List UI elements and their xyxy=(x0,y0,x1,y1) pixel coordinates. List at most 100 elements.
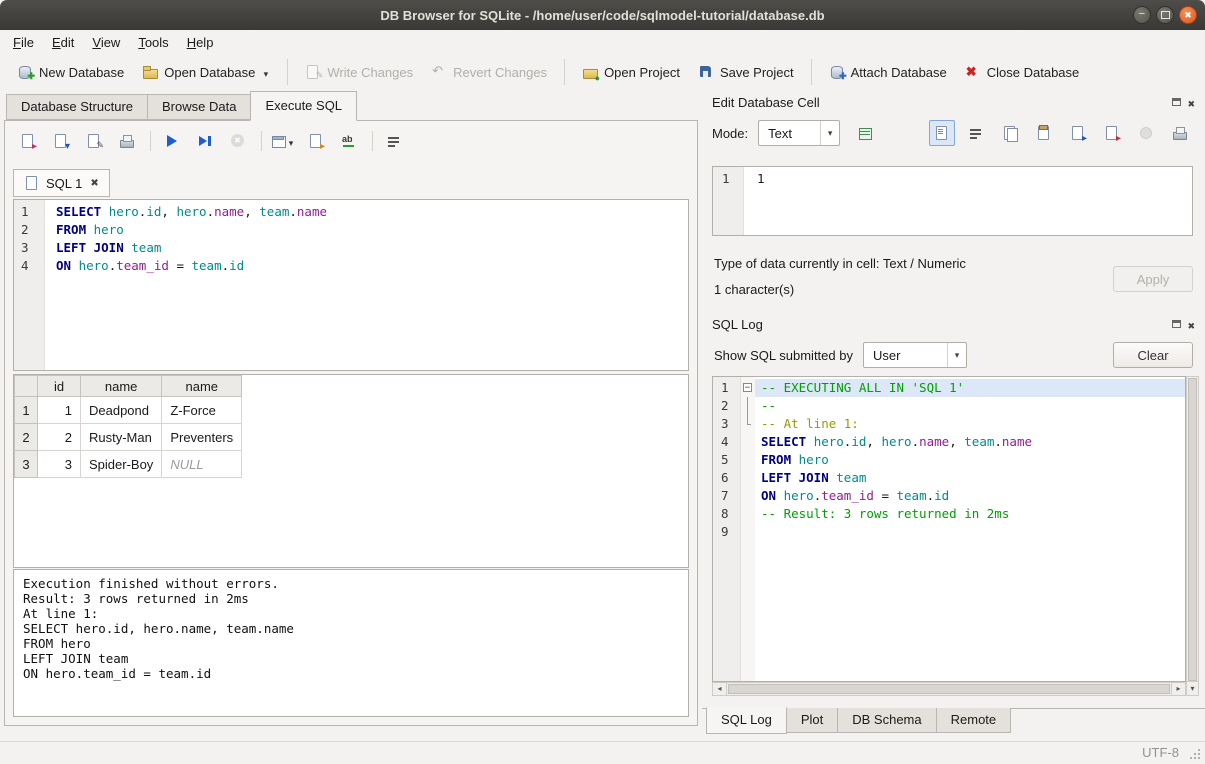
code-line: 1 1 xyxy=(713,167,1192,188)
close-panel-icon[interactable] xyxy=(1187,95,1195,110)
cell[interactable]: 1 xyxy=(38,397,81,424)
log-filter-select[interactable]: User xyxy=(863,342,967,368)
column-header-name[interactable]: name xyxy=(162,376,242,397)
close-tab-icon[interactable]: ✖ xyxy=(90,178,98,189)
word-wrap-button[interactable] xyxy=(381,128,407,154)
set-null-icon xyxy=(1138,125,1154,141)
tab-remote[interactable]: Remote xyxy=(936,708,1012,733)
sql-log-dock-title[interactable]: SQL Log xyxy=(702,312,1205,336)
close-database-button[interactable]: Close Database xyxy=(956,59,1089,85)
close-button[interactable] xyxy=(1179,6,1197,24)
line-number: 2 xyxy=(713,397,741,415)
tab-sql-1[interactable]: SQL 1 ✖ xyxy=(13,169,110,197)
export-file-button[interactable] xyxy=(1099,120,1125,146)
save-sql-file-icon xyxy=(53,133,69,149)
minimize-button[interactable] xyxy=(1133,6,1151,24)
close-panel-icon[interactable] xyxy=(1187,317,1195,332)
cell[interactable]: 3 xyxy=(38,451,81,478)
open-sql-file-button[interactable] xyxy=(15,128,41,154)
toolbar-button-label: Open Database xyxy=(164,65,255,80)
scroll-right-icon[interactable]: ▸ xyxy=(1171,683,1185,695)
format-sql-button[interactable] xyxy=(336,128,362,154)
statusbar: UTF-8 xyxy=(0,741,1205,764)
open-project-button[interactable]: Open Project xyxy=(573,59,689,85)
float-panel-icon[interactable] xyxy=(1172,320,1181,328)
row-number[interactable]: 3 xyxy=(15,451,38,478)
execute-line-icon xyxy=(197,133,213,149)
tab-db-schema[interactable]: DB Schema xyxy=(837,708,936,733)
cell[interactable]: Z-Force xyxy=(162,397,242,424)
cell[interactable]: NULL xyxy=(162,451,242,478)
tab-plot[interactable]: Plot xyxy=(786,708,838,733)
edit-cell-dock-title[interactable]: Edit Database Cell xyxy=(702,90,1205,114)
cell[interactable]: Preventers xyxy=(162,424,242,451)
scroll-left-icon[interactable]: ◂ xyxy=(713,683,727,695)
table-row: 22Rusty-ManPreventers xyxy=(15,424,242,451)
line-number: 4 xyxy=(713,433,741,451)
execute-line-button[interactable] xyxy=(192,128,218,154)
edit-cell-title: Edit Database Cell xyxy=(712,95,820,110)
execution-output[interactable]: Execution finished without errors. Resul… xyxy=(13,569,689,717)
save-project-button[interactable]: Save Project xyxy=(689,59,803,85)
open-database-button[interactable]: Open Database xyxy=(133,59,279,85)
tab-database-structure[interactable]: Database Structure xyxy=(6,94,148,120)
cell[interactable]: Rusty-Man xyxy=(81,424,162,451)
fold-collapse-icon[interactable] xyxy=(741,379,755,397)
execute-sql-pane: SQL 1 ✖ 1SELECT hero.id, hero.name, team… xyxy=(4,120,698,726)
wrap-lines-button[interactable] xyxy=(963,120,989,146)
scrollbar-thumb[interactable] xyxy=(728,684,1170,694)
open-tab-file-button[interactable] xyxy=(303,128,329,154)
log-horizontal-scrollbar[interactable]: ◂ ▸ xyxy=(712,682,1186,696)
text-mode-button[interactable] xyxy=(929,120,955,146)
scrollbar-thumb[interactable] xyxy=(1188,378,1197,681)
menu-file[interactable]: File xyxy=(4,32,43,53)
log-filter-value: User xyxy=(864,348,947,363)
sql-editor[interactable]: 1SELECT hero.id, hero.name, team.name2FR… xyxy=(13,199,689,371)
copy-cell-button[interactable] xyxy=(997,120,1023,146)
cell[interactable]: 2 xyxy=(38,424,81,451)
row-number[interactable]: 1 xyxy=(15,397,38,424)
titlebar[interactable]: DB Browser for SQLite - /home/user/code/… xyxy=(0,0,1205,31)
tab-sql-log[interactable]: SQL Log xyxy=(706,707,787,734)
menu-tools[interactable]: Tools xyxy=(129,32,177,53)
cell[interactable]: Deadpond xyxy=(81,397,162,424)
row-number[interactable]: 2 xyxy=(15,424,38,451)
import-file-button[interactable] xyxy=(1065,120,1091,146)
column-header-name[interactable]: name xyxy=(81,376,162,397)
paste-cell-icon xyxy=(1036,125,1052,141)
paste-cell-button[interactable] xyxy=(1031,120,1057,146)
print-cell-button[interactable] xyxy=(1167,120,1193,146)
cell-text: 1 xyxy=(743,170,1192,188)
menu-edit[interactable]: Edit xyxy=(43,32,83,53)
attach-database-button[interactable]: Attach Database xyxy=(820,59,956,85)
revert-changes-button: Revert Changes xyxy=(422,59,556,85)
cell[interactable]: Spider-Boy xyxy=(81,451,162,478)
scroll-down-icon[interactable]: ▾ xyxy=(1187,681,1198,695)
execute-all-button[interactable] xyxy=(159,128,185,154)
tab-execute-sql[interactable]: Execute SQL xyxy=(250,91,357,121)
float-panel-icon[interactable] xyxy=(1172,98,1181,106)
set-null-button xyxy=(1133,120,1159,146)
mode-select[interactable]: Text xyxy=(758,120,840,146)
clear-log-button[interactable]: Clear xyxy=(1113,342,1193,368)
new-tab-button[interactable] xyxy=(270,128,296,154)
menu-view[interactable]: View xyxy=(83,32,129,53)
fold-margin xyxy=(741,415,755,433)
cell-editor[interactable]: 1 1 xyxy=(712,166,1193,236)
print-button[interactable] xyxy=(114,128,140,154)
tab-browse-data[interactable]: Browse Data xyxy=(147,94,251,120)
resize-grip[interactable] xyxy=(1188,747,1201,760)
maximize-button[interactable] xyxy=(1156,6,1174,24)
log-vertical-scrollbar[interactable]: ▾ xyxy=(1186,376,1199,696)
save-sql-file-button[interactable] xyxy=(48,128,74,154)
sql-log-view[interactable]: 1-- EXECUTING ALL IN 'SQL 1'2--3-- At li… xyxy=(712,376,1186,682)
column-header-id[interactable]: id xyxy=(38,376,81,397)
menu-help[interactable]: Help xyxy=(178,32,223,53)
encoding-label: UTF-8 xyxy=(1142,745,1179,760)
new-database-button[interactable]: New Database xyxy=(8,59,133,85)
code-line: 6LEFT JOIN team xyxy=(713,469,1185,487)
line-number: 1 xyxy=(14,203,44,221)
auto-format-button[interactable] xyxy=(852,120,878,146)
toolbar-separator xyxy=(150,131,151,151)
save-sql-as-button[interactable] xyxy=(81,128,107,154)
